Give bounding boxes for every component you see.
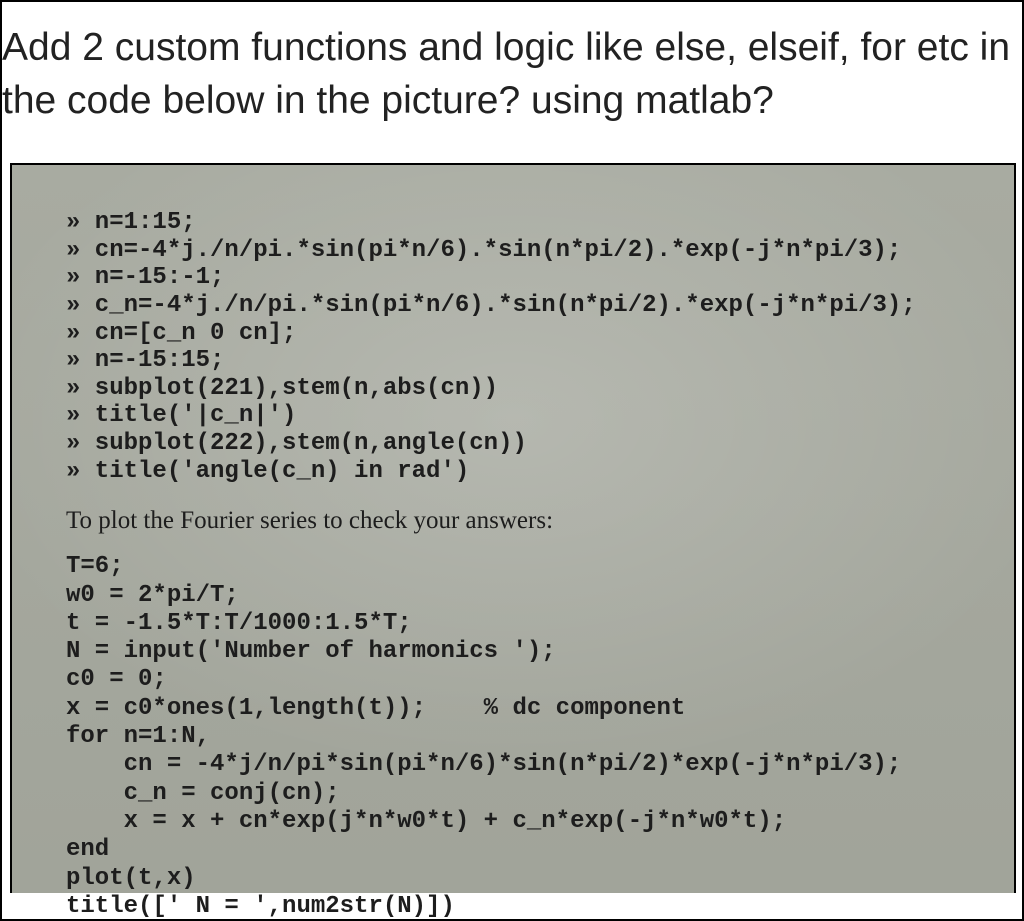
question-section: Add 2 custom functions and logic like el… <box>2 2 1022 157</box>
matlab-code-block-2: T=6; w0 = 2*pi/T; t = -1.5*T:T/1000:1.5*… <box>66 553 1004 921</box>
matlab-code-block-1: » n=1:15; » cn=-4*j./n/pi.*sin(pi*n/6).*… <box>66 209 1004 485</box>
code-screenshot: » n=1:15; » cn=-4*j./n/pi.*sin(pi*n/6).*… <box>10 163 1016 893</box>
question-text: Add 2 custom functions and logic like el… <box>2 22 1016 127</box>
instruction-caption: To plot the Fourier series to check your… <box>66 507 1004 535</box>
